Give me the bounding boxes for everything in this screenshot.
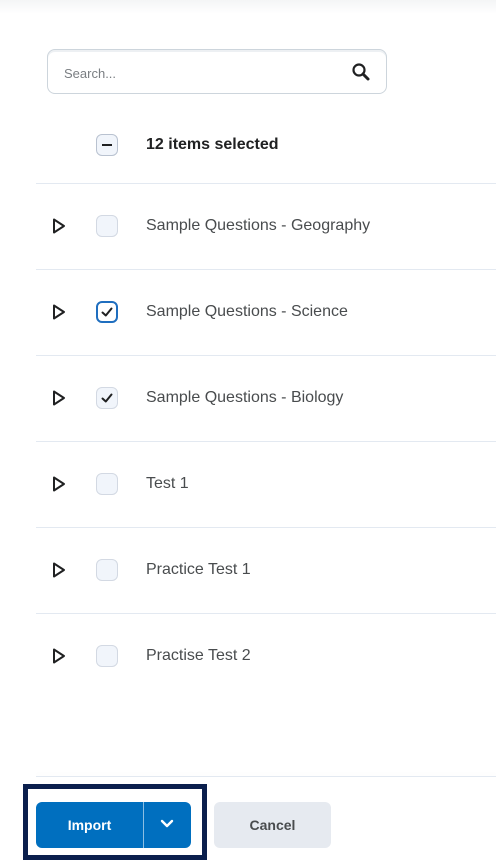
search-icon[interactable]	[350, 61, 372, 83]
chevron-down-icon	[160, 819, 174, 828]
list-item: Test 1	[36, 441, 496, 527]
item-checkbox[interactable]	[96, 215, 118, 237]
checkmark-icon	[101, 393, 113, 403]
caret-right-icon[interactable]	[52, 562, 66, 578]
caret-right-icon[interactable]	[52, 476, 66, 492]
list-item: Sample Questions - Science	[36, 269, 496, 355]
item-checkbox[interactable]	[96, 301, 118, 323]
item-checkbox[interactable]	[96, 645, 118, 667]
item-title: Practise Test 2	[146, 647, 251, 664]
cancel-button[interactable]: Cancel	[214, 802, 331, 848]
list-item: Practice Test 1	[36, 527, 496, 613]
item-title: Practice Test 1	[146, 561, 251, 578]
item-title: Sample Questions - Science	[146, 303, 348, 320]
footer-divider	[36, 776, 496, 777]
select-all-checkbox[interactable]	[96, 134, 118, 156]
item-checkbox[interactable]	[96, 473, 118, 495]
caret-right-icon[interactable]	[52, 304, 66, 320]
top-shadow	[0, 0, 496, 14]
list-item: Practise Test 2	[36, 613, 496, 699]
selection-count-label: 12 items selected	[146, 136, 279, 153]
checkmark-icon	[101, 307, 113, 317]
item-title: Test 1	[146, 475, 189, 492]
item-title: Sample Questions - Geography	[146, 217, 371, 234]
import-button[interactable]: Import	[36, 802, 143, 848]
import-split-button: Import	[36, 802, 191, 848]
caret-right-icon[interactable]	[52, 218, 66, 234]
list-item: Sample Questions - Biology	[36, 355, 496, 441]
list-item: Sample Questions - Geography	[36, 183, 496, 269]
item-checkbox[interactable]	[96, 559, 118, 581]
caret-right-icon[interactable]	[52, 390, 66, 406]
import-menu-button[interactable]	[144, 802, 191, 848]
search-box	[47, 49, 387, 94]
question-library-list: Sample Questions - Geography Sample Ques…	[36, 183, 496, 699]
caret-right-icon[interactable]	[52, 648, 66, 664]
item-checkbox[interactable]	[96, 387, 118, 409]
item-title: Sample Questions - Biology	[146, 389, 344, 406]
search-input[interactable]	[62, 60, 326, 86]
